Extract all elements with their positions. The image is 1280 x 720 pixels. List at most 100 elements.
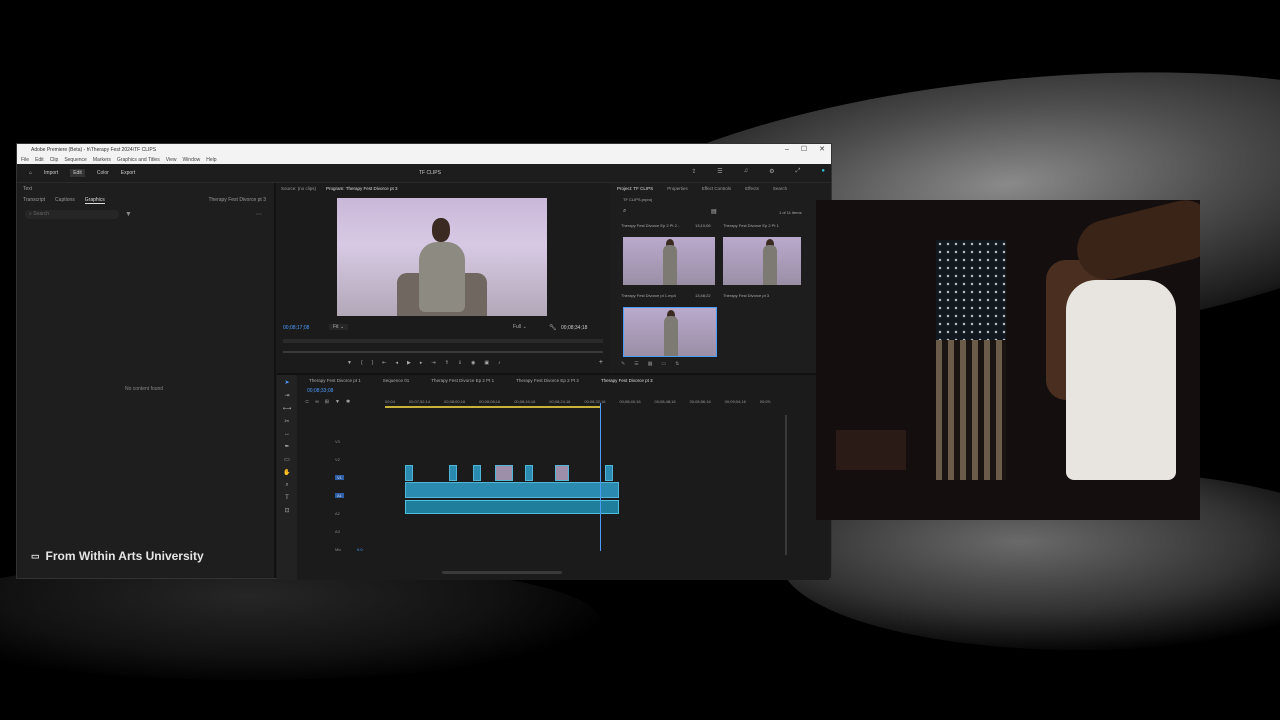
seq-tab[interactable]: Therapy Fest Divorce Ep 2 Pt 1: [431, 378, 494, 383]
video-clip[interactable]: [605, 465, 613, 481]
a1-audio-clip[interactable]: [405, 500, 619, 514]
seq-tab-active[interactable]: Therapy Fest Divorce pt 3: [601, 378, 653, 383]
settings-icon[interactable]: ⚙: [769, 168, 774, 175]
seq-tab[interactable]: Sequence 01: [383, 378, 410, 383]
video-clip[interactable]: [525, 465, 533, 481]
tab-program[interactable]: Program: Therapy Fest Divorce pt 3: [326, 186, 397, 191]
minimize-icon[interactable]: –: [785, 144, 789, 156]
track-a1-label[interactable]: A1: [335, 493, 344, 498]
notifications-icon[interactable]: ♫: [744, 168, 749, 175]
add-marker-icon[interactable]: ▼: [347, 360, 352, 366]
audio-icon[interactable]: ♪: [498, 360, 501, 366]
maximize-icon[interactable]: ☐: [801, 144, 807, 156]
marker-icon[interactable]: ▼: [335, 399, 340, 405]
project-search-icon[interactable]: ⌕: [623, 208, 626, 215]
mark-out-icon[interactable]: }: [372, 360, 374, 366]
timeline-timecode[interactable]: 00;08;33;08: [307, 388, 333, 394]
settings-wrench-icon[interactable]: ✱: [346, 399, 350, 405]
razor-tool-icon[interactable]: ✂: [284, 418, 289, 425]
home-icon[interactable]: ⌂: [29, 170, 32, 176]
tab-transcript[interactable]: Transcript: [23, 197, 45, 204]
time-ruler[interactable]: 00;04 00;07;52;14 00;08;00;16 00;08;08;1…: [385, 399, 771, 408]
caption-tool-icon[interactable]: ⊡: [284, 507, 289, 514]
compare-icon[interactable]: ▣: [484, 360, 489, 366]
quality-dropdown[interactable]: Full ⌄: [513, 324, 527, 330]
vertical-scrollbar[interactable]: [785, 415, 787, 555]
pen-tool-icon[interactable]: ✒: [284, 443, 289, 450]
v1-clip-strip[interactable]: [405, 482, 619, 498]
mix-track-label[interactable]: Mix: [335, 547, 341, 552]
add-button-icon[interactable]: +: [599, 359, 603, 366]
tab-edit[interactable]: Edit: [70, 169, 85, 177]
track-a2-label[interactable]: A2: [335, 511, 340, 516]
video-clip-thumb[interactable]: [495, 465, 513, 481]
camera-icon[interactable]: ◉: [471, 360, 475, 366]
freeform-view-icon[interactable]: ▭: [661, 361, 666, 367]
clip-thumbnail[interactable]: [723, 237, 801, 285]
tab-search[interactable]: Search: [773, 186, 787, 191]
more-options-icon[interactable]: ⋯: [256, 211, 262, 218]
tab-source[interactable]: Source: (no clips): [281, 186, 316, 191]
timeline-scrollbar[interactable]: [442, 571, 562, 574]
program-video-frame[interactable]: [337, 198, 547, 316]
workspaces-icon[interactable]: ☰: [717, 168, 722, 175]
filter-icon[interactable]: ▼: [125, 211, 132, 218]
go-to-in-icon[interactable]: ⇤: [382, 360, 386, 366]
menu-markers[interactable]: Markers: [93, 156, 111, 164]
profile-avatar[interactable]: ●: [821, 168, 825, 175]
list-view-icon[interactable]: ☰: [634, 361, 638, 367]
step-forward-icon[interactable]: ▸: [420, 360, 423, 366]
tab-color[interactable]: Color: [97, 170, 109, 176]
menu-graphics[interactable]: Graphics and Titles: [117, 156, 160, 164]
type-tool-icon[interactable]: T: [285, 495, 289, 501]
clip-thumbnail-selected[interactable]: [623, 307, 717, 357]
search-input[interactable]: ⌕ Search: [25, 210, 119, 219]
menu-window[interactable]: Window: [182, 156, 200, 164]
tab-export[interactable]: Export: [121, 170, 135, 176]
menu-help[interactable]: Help: [206, 156, 216, 164]
video-clip-thumb[interactable]: [555, 465, 569, 481]
wrench-icon[interactable]: 🔧︎: [549, 324, 557, 331]
video-clip[interactable]: [405, 465, 413, 481]
play-icon[interactable]: ▶: [407, 360, 411, 366]
track-a3-label[interactable]: A3: [335, 529, 340, 534]
new-bin-icon[interactable]: ▤: [711, 208, 717, 215]
menu-file[interactable]: File: [21, 156, 29, 164]
tab-graphics[interactable]: Graphics: [84, 197, 105, 204]
snap-icon[interactable]: ⊂: [305, 399, 309, 405]
monitor-zoom-bar[interactable]: [283, 351, 603, 353]
video-clip[interactable]: [449, 465, 457, 481]
work-area-bar[interactable]: [385, 406, 600, 408]
monitor-scrubber[interactable]: [283, 339, 603, 343]
seq-tab[interactable]: Therapy Fest Divorce pt 1: [309, 378, 361, 383]
icon-view-icon[interactable]: ▦: [648, 361, 653, 367]
hand-tool-icon[interactable]: ✋: [283, 469, 290, 476]
zoom-tool-icon[interactable]: ⌕: [285, 482, 288, 489]
tab-properties[interactable]: Properties: [667, 186, 688, 191]
track-select-icon[interactable]: ⇥: [284, 392, 289, 399]
insert-icon[interactable]: ⊞: [325, 399, 329, 405]
playhead[interactable]: [600, 403, 601, 551]
menu-clip[interactable]: Clip: [50, 156, 59, 164]
close-icon[interactable]: ✕: [819, 144, 825, 156]
linked-icon[interactable]: ∞: [315, 399, 319, 405]
track-v1-label[interactable]: V1: [335, 475, 344, 480]
seq-tab[interactable]: Therapy Fest Divorce Ep 2 Pt 2: [516, 378, 579, 383]
go-to-out-icon[interactable]: ⇥: [431, 360, 435, 366]
rectangle-tool-icon[interactable]: ▭: [284, 456, 290, 463]
tab-captions[interactable]: Captions: [55, 197, 75, 204]
expand-icon[interactable]: ⤢: [796, 168, 801, 175]
track-v3-label[interactable]: V3: [335, 439, 340, 444]
tab-import[interactable]: Import: [44, 170, 58, 176]
extract-icon[interactable]: ⇓: [458, 360, 462, 366]
video-clip[interactable]: [473, 465, 481, 481]
selection-tool-icon[interactable]: ➤: [284, 379, 289, 386]
mix-value[interactable]: 0.0: [357, 547, 363, 552]
timecode-in[interactable]: 00;08;17;08: [283, 325, 309, 331]
menu-edit[interactable]: Edit: [35, 156, 44, 164]
quick-export-icon[interactable]: ⇪: [691, 168, 696, 175]
fit-dropdown[interactable]: Fit ⌄: [329, 324, 349, 330]
pencil-icon[interactable]: ✎: [621, 361, 625, 367]
ripple-edit-icon[interactable]: ⟷: [283, 405, 292, 412]
menu-view[interactable]: View: [166, 156, 177, 164]
